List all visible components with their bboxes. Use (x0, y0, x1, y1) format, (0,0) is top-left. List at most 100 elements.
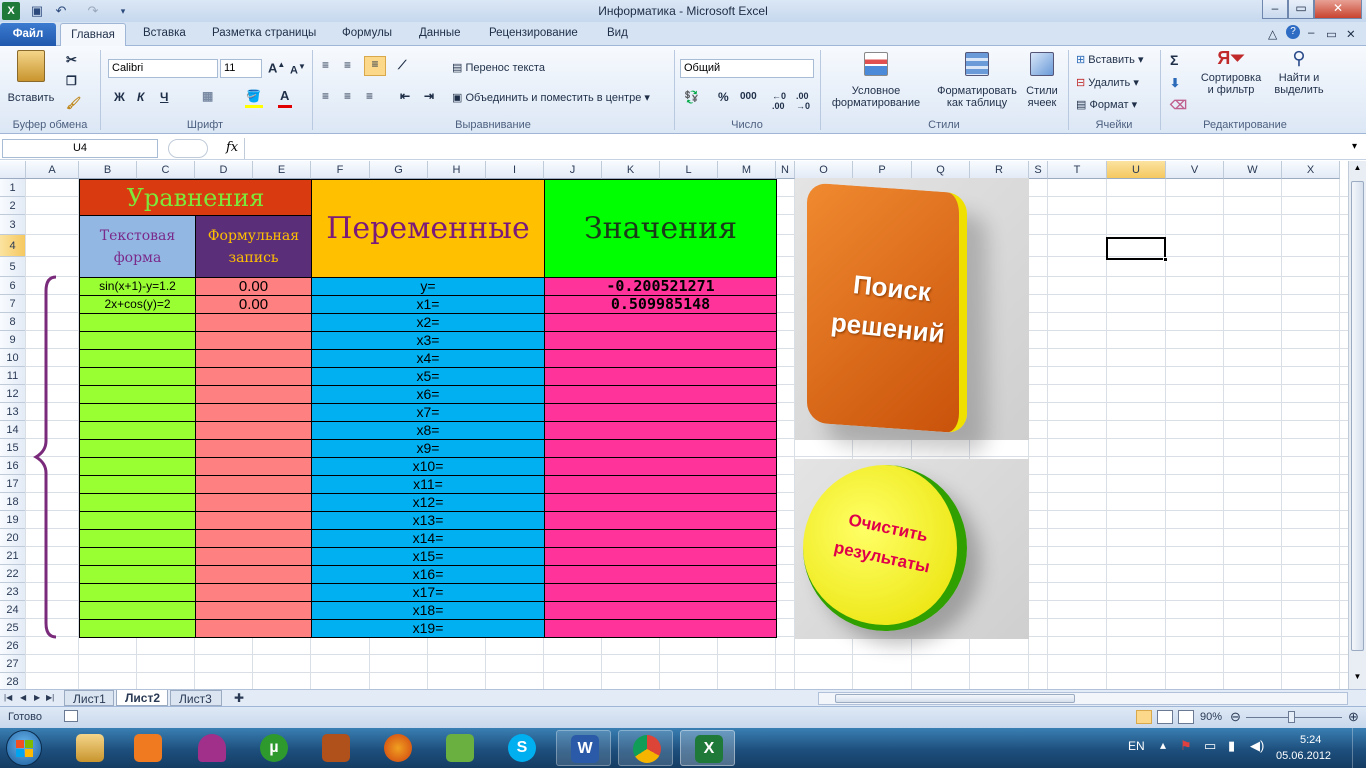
column-header[interactable]: F (311, 161, 370, 179)
equation-cell[interactable] (79, 601, 196, 620)
conditional-formatting-button[interactable]: Условное форматирование (824, 52, 928, 109)
taskbar-chrome[interactable] (618, 730, 673, 766)
column-header[interactable]: U (1107, 161, 1166, 179)
formula-cell[interactable] (195, 313, 312, 332)
tab-view[interactable]: Вид (607, 27, 628, 39)
tab-file[interactable]: Файл (0, 23, 56, 46)
row-header[interactable]: 2 (0, 197, 26, 215)
normal-view-icon[interactable] (1136, 710, 1152, 724)
formula-input[interactable] (244, 138, 1348, 159)
row-header[interactable]: 10 (0, 349, 26, 367)
variable-cell[interactable]: x12= (311, 493, 545, 512)
column-header[interactable]: V (1166, 161, 1224, 179)
formula-cell[interactable] (195, 601, 312, 620)
spreadsheet-grid[interactable]: A B C D E F G H I J K L M N O P Q R S T U V W X 1 2 3 4 5 6 7 8 9 10 11 12 1… (0, 161, 1348, 689)
variable-cell[interactable]: x10= (311, 457, 545, 476)
expand-formula-icon[interactable]: ▾ (1352, 141, 1357, 152)
formula-cell[interactable]: 0.00 (195, 295, 312, 314)
autosum-button[interactable]: Σ (1170, 52, 1178, 68)
variable-cell[interactable]: x13= (311, 511, 545, 530)
column-header[interactable]: H (428, 161, 486, 179)
equation-cell[interactable] (79, 421, 196, 440)
new-sheet-icon[interactable]: ✚ (230, 690, 248, 706)
align-center-icon[interactable]: ≡ (344, 89, 351, 103)
value-cell[interactable] (544, 403, 777, 422)
value-cell[interactable] (544, 313, 777, 332)
orientation-icon[interactable]: ⟋ (398, 58, 406, 73)
equations-header[interactable]: Уравнения (79, 179, 312, 216)
equation-cell[interactable]: sin(x+1)-y=1.2 (79, 277, 196, 296)
variable-cell[interactable]: x9= (311, 439, 545, 458)
vertical-scrollbar[interactable]: ▲ ▼ (1348, 161, 1366, 689)
column-header[interactable]: Q (912, 161, 970, 179)
row-header[interactable]: 14 (0, 421, 26, 439)
horizontal-scrollbar[interactable] (818, 692, 1348, 705)
row-header[interactable]: 28 (0, 673, 26, 689)
column-header[interactable]: L (660, 161, 718, 179)
formula-cell[interactable] (195, 457, 312, 476)
paste-button[interactable]: Вставить (6, 50, 56, 104)
equation-cell[interactable] (79, 583, 196, 602)
column-header[interactable]: E (253, 161, 311, 179)
decrease-decimal-icon[interactable]: .00 →0 (796, 91, 810, 111)
taskbar-media[interactable] (120, 730, 175, 766)
minimize-ribbon-icon[interactable]: △ (1268, 27, 1277, 41)
row-header[interactable]: 27 (0, 655, 26, 673)
row-header[interactable]: 1 (0, 179, 26, 197)
taskbar-skype[interactable]: S (494, 730, 549, 766)
row-header[interactable]: 19 (0, 511, 26, 529)
equation-cell[interactable] (79, 547, 196, 566)
page-layout-view-icon[interactable] (1157, 710, 1173, 724)
column-header[interactable]: O (795, 161, 853, 179)
column-header[interactable]: G (370, 161, 428, 179)
taskbar-app-purple[interactable] (184, 730, 239, 766)
scroll-up-icon[interactable]: ▲ (1351, 163, 1364, 177)
column-header[interactable]: T (1048, 161, 1107, 179)
underline-button[interactable]: Ч (160, 90, 168, 104)
column-header[interactable]: W (1224, 161, 1282, 179)
value-cell[interactable] (544, 619, 777, 638)
row-header[interactable]: 24 (0, 601, 26, 619)
thousands-button[interactable]: 000 (740, 91, 757, 102)
font-color-icon[interactable]: A (280, 88, 289, 103)
column-header[interactable]: P (853, 161, 912, 179)
first-sheet-icon[interactable]: |◀ (4, 690, 12, 706)
variable-cell[interactable]: x17= (311, 583, 545, 602)
row-header[interactable]: 20 (0, 529, 26, 547)
align-middle-icon[interactable]: ≡ (344, 58, 351, 72)
variable-cell[interactable]: x3= (311, 331, 545, 350)
font-name-select[interactable]: Calibri (108, 59, 218, 78)
formula-cell[interactable] (195, 583, 312, 602)
value-cell[interactable] (544, 349, 777, 368)
wrap-text-button[interactable]: ▤ Перенос текста (452, 62, 545, 74)
taskbar-firefox[interactable] (370, 730, 425, 766)
value-cell[interactable] (544, 583, 777, 602)
decrease-indent-icon[interactable]: ⇤ (400, 89, 410, 103)
column-header[interactable]: B (79, 161, 137, 179)
equation-cell[interactable] (79, 313, 196, 332)
last-sheet-icon[interactable]: ▶| (46, 690, 54, 706)
value-cell[interactable] (544, 529, 777, 548)
tab-home[interactable]: Главная (60, 23, 126, 47)
row-header[interactable]: 7 (0, 295, 26, 313)
row-header[interactable]: 3 (0, 215, 26, 235)
variable-cell[interactable]: x14= (311, 529, 545, 548)
format-cells-button[interactable]: ▤ Формат ▾ (1076, 99, 1137, 111)
equation-cell[interactable] (79, 565, 196, 584)
variable-cell[interactable]: x18= (311, 601, 545, 620)
sheet-tab-1[interactable]: Лист1 (64, 690, 114, 706)
row-header[interactable]: 15 (0, 439, 26, 457)
formula-cell[interactable] (195, 349, 312, 368)
name-box[interactable]: U4 (2, 139, 158, 158)
grow-font-icon[interactable]: A▲ (268, 60, 285, 75)
row-header[interactable]: 4 (0, 235, 26, 257)
equation-cell[interactable] (79, 457, 196, 476)
show-desktop-button[interactable] (1352, 728, 1366, 768)
percent-button[interactable]: % (718, 90, 729, 104)
value-cell[interactable] (544, 439, 777, 458)
increase-decimal-icon[interactable]: ←0.00 (772, 91, 786, 111)
doc-restore-icon[interactable]: ▭ (1326, 27, 1337, 41)
row-header[interactable]: 11 (0, 367, 26, 385)
tab-review[interactable]: Рецензирование (489, 27, 578, 39)
formula-cell[interactable] (195, 619, 312, 638)
